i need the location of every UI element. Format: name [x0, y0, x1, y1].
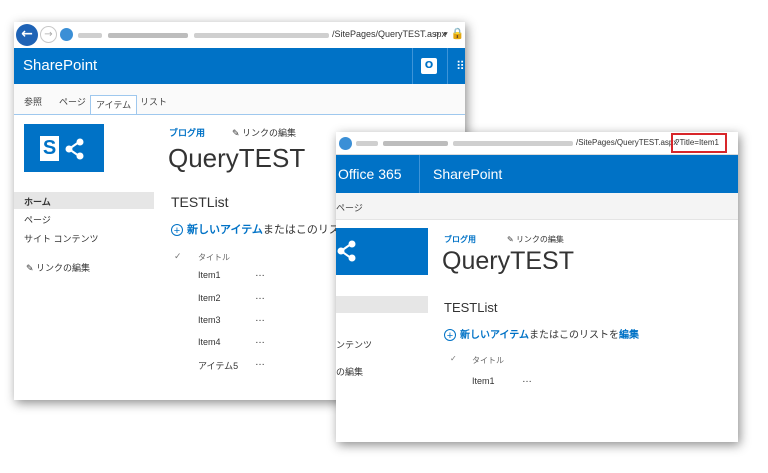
more-icon[interactable]: …	[255, 357, 265, 368]
list-item[interactable]: アイテム5	[198, 359, 238, 372]
nav-selected-bg	[336, 296, 428, 313]
site-logo[interactable]	[336, 228, 428, 275]
ie-icon	[339, 137, 352, 150]
query-highlight-box	[671, 133, 727, 153]
list-item[interactable]: Item2	[198, 293, 221, 303]
list-title[interactable]: TESTList	[171, 194, 229, 210]
list-title[interactable]: TESTList	[444, 300, 497, 315]
edit-links[interactable]: ✎ リンクの編集	[507, 234, 564, 245]
forward-button-icon[interactable]: →	[40, 26, 57, 43]
suite-bar: SharePoint O ⠿	[14, 48, 465, 84]
divider	[447, 48, 448, 84]
ie-icon	[60, 28, 73, 41]
column-title[interactable]: タイトル	[198, 252, 230, 263]
column-title[interactable]: タイトル	[472, 355, 504, 366]
office365-brand[interactable]: Office 365	[338, 166, 402, 182]
nav-edit-links[interactable]: ✎ リンクの編集	[26, 261, 90, 274]
address-bar[interactable]: ← → /SitePages/QueryTEST.aspx ⌕ ▾ 🔒 ↻	[14, 22, 465, 49]
page-title: QueryTEST	[442, 247, 574, 275]
edit-links-label: リンクの編集	[242, 128, 297, 138]
sharepoint-logo-icon: S	[40, 136, 59, 161]
tab-page[interactable]: ページ	[336, 201, 363, 214]
nav-edit-links-label: リンクの編集	[36, 263, 91, 273]
plus-icon[interactable]: +	[171, 224, 183, 237]
more-icon[interactable]: …	[255, 313, 265, 324]
sharepoint-nodes-icon	[65, 138, 84, 160]
list-item[interactable]: Item1	[472, 376, 495, 386]
pencil-icon: ✎	[232, 128, 243, 138]
browser-window-2: /SitePages/QueryTEST.aspx ?Title=Item1 O…	[336, 132, 738, 442]
more-icon[interactable]: …	[255, 291, 265, 302]
blurred-url-part	[453, 141, 573, 146]
blog-link[interactable]: ブログ用	[169, 126, 205, 139]
nav-item-site-contents[interactable]: ンテンツ	[336, 338, 372, 351]
list-item[interactable]: Item3	[198, 315, 221, 325]
blurred-url-part	[356, 141, 378, 146]
nav-item-pages[interactable]: ページ	[24, 213, 51, 226]
tab-page[interactable]: ページ	[59, 95, 86, 108]
blurred-url-part	[194, 33, 329, 38]
divider	[412, 48, 413, 84]
back-button-icon[interactable]: ←	[16, 24, 38, 46]
nav-item-home[interactable]: ホーム	[24, 195, 51, 208]
blurred-url-part	[108, 33, 188, 38]
new-item-row: + 新しいアイテムまたはこのリストを編集	[444, 326, 639, 342]
list-item[interactable]: Item1	[198, 270, 221, 280]
divider	[419, 155, 420, 193]
suite-bar: Office 365 SharePoint	[336, 155, 738, 193]
plus-icon[interactable]: +	[444, 329, 456, 342]
address-bar-icons[interactable]: ⌕ ▾ 🔒 ↻	[434, 27, 465, 41]
app-launcher-icon[interactable]: ⠿	[456, 60, 465, 72]
more-icon[interactable]: …	[522, 374, 532, 385]
blurred-url-part	[383, 141, 448, 146]
ribbon: ページ	[336, 193, 738, 220]
edit-links-label: リンクの編集	[515, 235, 564, 244]
blurred-url-part	[78, 33, 102, 38]
url-path[interactable]: /SitePages/QueryTEST.aspx	[332, 29, 446, 39]
site-logo[interactable]: S	[24, 124, 104, 172]
sharepoint-nodes-icon	[337, 240, 356, 262]
blog-link[interactable]: ブログ用	[444, 234, 476, 245]
edit-links[interactable]: ✎ リンクの編集	[232, 126, 296, 139]
new-item-link[interactable]: 新しいアイテム	[187, 224, 263, 236]
tab-browse[interactable]: 参照	[24, 95, 42, 108]
checkmark-icon[interactable]: ✓	[450, 354, 457, 363]
page-title: QueryTEST	[168, 143, 306, 173]
nav-item-site-contents[interactable]: サイト コンテンツ	[24, 232, 99, 245]
more-icon[interactable]: …	[255, 335, 265, 346]
checkmark-icon[interactable]: ✓	[174, 251, 182, 262]
ribbon: 参照 ページ アイテム リスト	[14, 84, 465, 115]
edit-list-link[interactable]: 編集	[619, 330, 639, 341]
sharepoint-brand[interactable]: SharePoint	[433, 166, 502, 182]
more-icon[interactable]: …	[255, 268, 265, 279]
url-path[interactable]: /SitePages/QueryTEST.aspx	[576, 138, 677, 147]
list-item[interactable]: Item4	[198, 337, 221, 347]
sharepoint-brand[interactable]: SharePoint	[23, 57, 97, 74]
tab-list[interactable]: リスト	[140, 95, 167, 108]
outlook-icon[interactable]: O	[421, 58, 437, 74]
pencil-icon: ✎	[26, 263, 37, 273]
new-item-link[interactable]: 新しいアイテム	[460, 330, 529, 341]
new-item-rest: またはこのリストを	[529, 330, 619, 341]
pencil-icon: ✎	[507, 235, 516, 244]
tab-item[interactable]: アイテム	[90, 95, 138, 114]
nav-edit-links[interactable]: の編集	[336, 365, 363, 378]
